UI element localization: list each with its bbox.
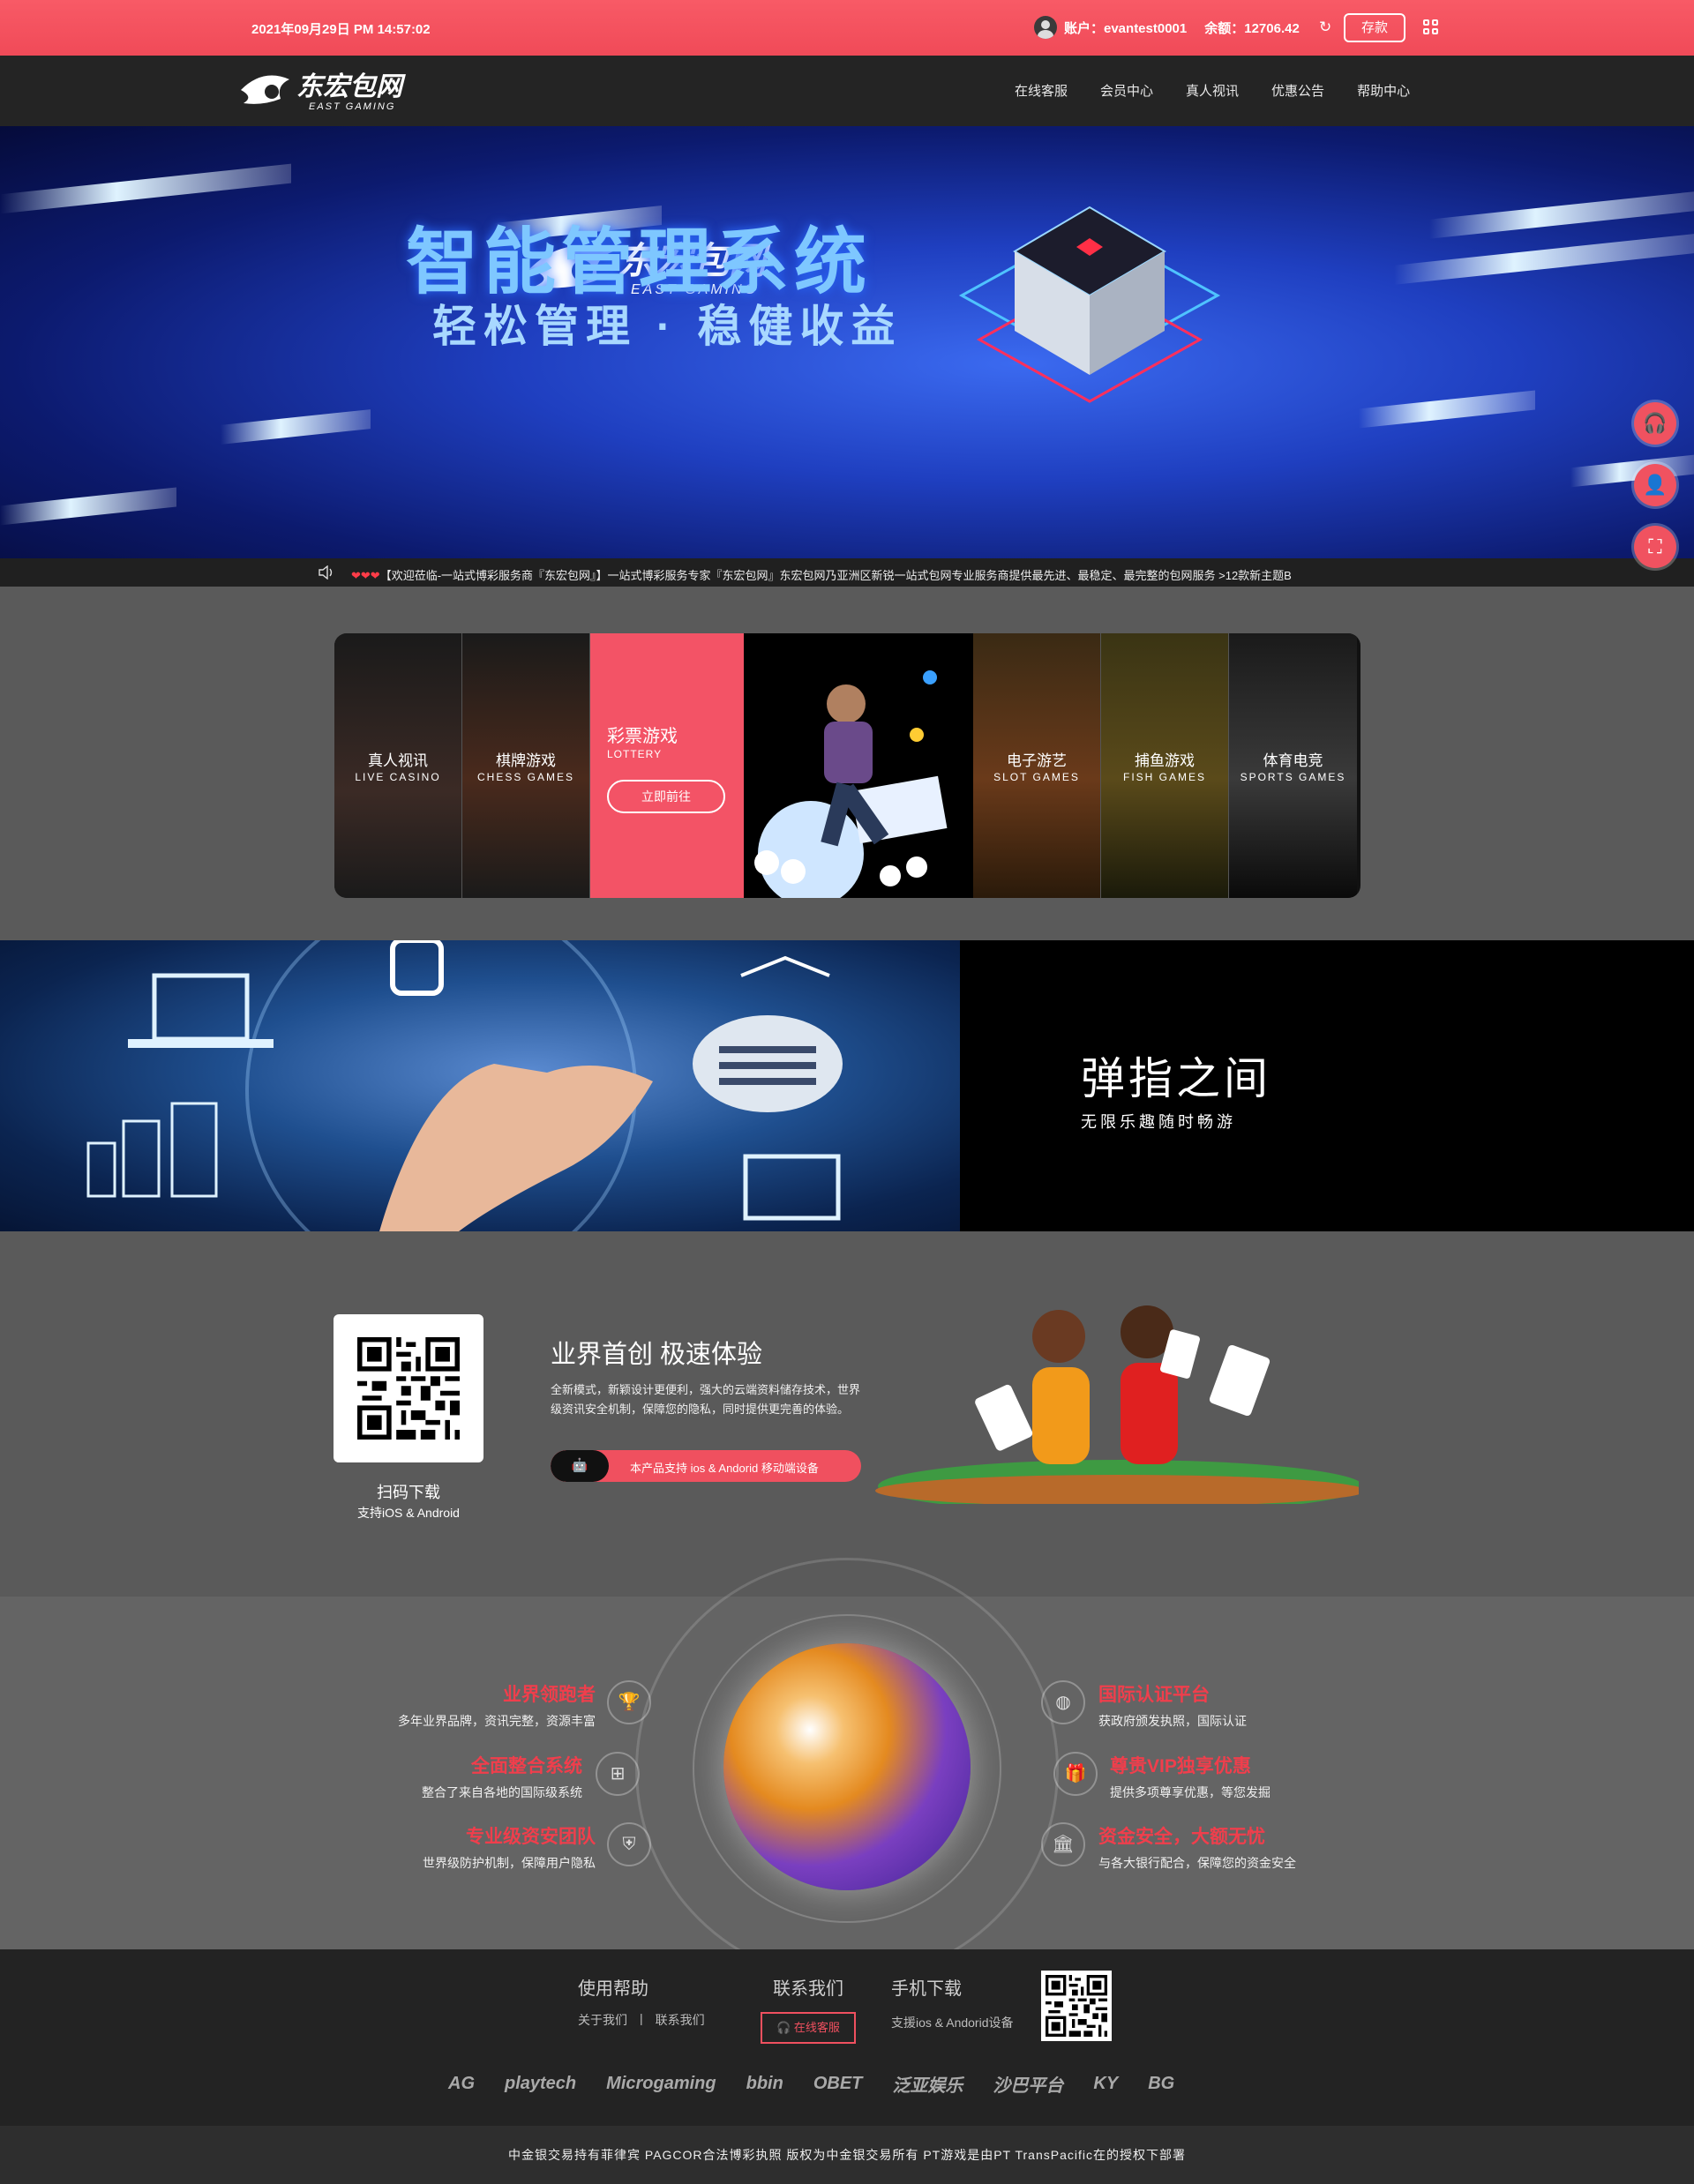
banner-subtitle: 轻松管理 · 稳健收益 [432, 302, 903, 351]
svg-text:东宏包网: 东宏包网 [296, 71, 406, 101]
svg-text:EAST GAMING: EAST GAMING [309, 101, 395, 112]
feature-left-3: 专业级资安团队 世界级防护机制，保障用户隐私 [423, 1827, 596, 1870]
touch-illustration [0, 940, 960, 1231]
partner-fanya-logo: 泛亚娱乐 [892, 2076, 963, 2096]
announcement-bar: ❤❤❤【欢迎莅临-一站式博彩服务商『东宏包网』】一站式博彩服务专家『东宏包网』东… [0, 558, 1694, 587]
datetime: 2021年09月29日 PM 14:57:02 [251, 22, 431, 37]
partner-ag-logo: AG [448, 2074, 475, 2093]
contact-us-link[interactable]: 联系我们 [656, 2011, 705, 2029]
shield-icon: ⛨ [607, 1822, 651, 1866]
game-card-chess[interactable]: 棋牌游戏 CHESS GAMES [462, 633, 590, 898]
nav-item-member-center[interactable]: 会员中心 [1100, 81, 1153, 100]
hearts: ❤❤❤ [351, 569, 380, 582]
site-logo[interactable]: 东宏包网 EAST GAMING [236, 64, 435, 118]
feature-left-1: 业界领跑者 多年业界品牌，资讯完整，资源丰富 [398, 1685, 596, 1728]
game-categories: 真人视讯 LIVE CASINO 棋牌游戏 CHESS GAMES 彩票游戏 L… [334, 633, 1360, 898]
account-info: 账户：evantest0001 余额：12706.42 [1034, 16, 1300, 39]
bank-icon: 🏛 [1041, 1822, 1085, 1866]
download-description: 全新模式，新颖设计更便利，强大的云端资料储存技术，世界级资讯安全机制，保障您的隐… [551, 1383, 861, 1416]
nav-item-help-center[interactable]: 帮助中心 [1357, 81, 1410, 100]
balance-label: 余额：12706.42 [1204, 20, 1300, 36]
lottery-go-button[interactable]: 立即前往 [607, 780, 725, 813]
partner-bbin-logo: bbin [746, 2074, 783, 2093]
separator: | [640, 2011, 643, 2025]
nav-item-promotions[interactable]: 优惠公告 [1271, 81, 1324, 100]
partner-microgaming-logo: Microgaming [606, 2074, 716, 2093]
platform-support-label: 支持iOS & Android [357, 1506, 460, 1520]
deposit-button[interactable]: 存款 [1344, 13, 1405, 42]
qr-icon [1046, 1975, 1107, 2037]
refresh-icon[interactable]: ↻ [1319, 19, 1331, 36]
game-card-lottery[interactable]: 彩票游戏 LOTTERY 立即前往 [590, 633, 973, 898]
announcement-text[interactable]: ❤❤❤【欢迎莅临-一站式博彩服务商『东宏包网』】一站式博彩服务专家『东宏包网』东… [351, 566, 1376, 583]
globe-icon: ◍ [1041, 1680, 1085, 1724]
trophy-icon: 🏆 [607, 1680, 651, 1724]
footer-mobile-title: 手机下载 [891, 1979, 962, 1999]
nav-item-live-casino[interactable]: 真人视讯 [1186, 81, 1239, 100]
lottery-title: 彩票游戏 [607, 727, 678, 746]
partner-shaba-logo: 沙巴平台 [993, 2076, 1064, 2096]
game-card-fish[interactable]: 捕鱼游戏 FISH GAMES [1101, 633, 1229, 898]
avatar[interactable] [1034, 16, 1057, 39]
online-service-button[interactable]: 🎧 在线客服 [761, 2012, 856, 2044]
server-illustration [958, 206, 1221, 403]
android-apple-icon: 🤖 [551, 1450, 609, 1482]
about-us-link[interactable]: 关于我们 [578, 2011, 627, 2029]
footer-qr-code[interactable] [1041, 1971, 1112, 2041]
top-bar: 2021年09月29日 PM 14:57:02 账户：evantest0001 … [0, 0, 1694, 56]
lottery-illustration [754, 670, 948, 898]
scan-download-label: 扫码下载 [377, 1484, 440, 1501]
grid-menu-icon[interactable] [1423, 19, 1438, 34]
partner-obet-logo: OBET [813, 2074, 863, 2093]
footer-contact-title: 联系我们 [773, 1979, 843, 1999]
mobile-support-pill[interactable]: 🤖 本产品支持 ios & Andorid 移动端设备 [551, 1450, 861, 1482]
copyright-text: 中金银交易持有菲律宾 PAGCOR合法博彩执照 版权为中金银交易所有 PT游戏是… [0, 2126, 1694, 2184]
network-icon: ⊞ [596, 1752, 640, 1796]
partner-logos: AG playtech Microgaming bbin OBET 泛亚娱乐 沙… [448, 2071, 1174, 2097]
user-icon[interactable]: 👤 [1634, 464, 1676, 506]
account-label: 账户：evantest0001 [1064, 20, 1188, 36]
footer-mobile-text: 支援ios & Andorid设备 [891, 2016, 1014, 2030]
globe-illustration [723, 1643, 971, 1890]
nav-item-customer-service[interactable]: 在线客服 [1015, 81, 1068, 100]
footer-help-links: 关于我们 | 联系我们 [578, 2011, 705, 2029]
game-card-sports[interactable]: 体育电竞 SPORTS GAMES [1229, 633, 1357, 898]
strip-title: 弹指之间 [1081, 1054, 1271, 1103]
dealers-illustration [875, 1305, 1359, 1504]
feature-right-1: 国际认证平台 获政府颁发执照，国际认证 [1098, 1685, 1247, 1728]
headset-icon[interactable]: 🎧 [1634, 402, 1676, 445]
feature-right-3: 资金安全，大额无忧 与各大银行配合，保障您的资金安全 [1098, 1827, 1296, 1870]
gift-icon: 🎁 [1053, 1752, 1098, 1796]
strip-subtitle: 无限乐趣随时畅游 [1081, 1113, 1236, 1131]
partner-bg-logo: BG [1148, 2074, 1175, 2093]
partner-playtech-logo: playtech [505, 2074, 577, 2093]
scan-icon[interactable]: ⛶ [1634, 526, 1676, 568]
game-card-slot[interactable]: 电子游艺 SLOT GAMES [973, 633, 1101, 898]
footer-help-title: 使用帮助 [578, 1979, 648, 1999]
partner-ky-logo: KY [1093, 2074, 1119, 2093]
speaker-icon [319, 565, 333, 580]
game-card-live-casino[interactable]: 真人视讯 LIVE CASINO [334, 633, 462, 898]
download-qr-code[interactable] [334, 1314, 483, 1462]
feature-left-2: 全面整合系统 整合了来自各地的国际级系统 [422, 1756, 582, 1799]
feature-right-2: 尊贵VIP独享优惠 提供多项尊享优惠，等您发掘 [1110, 1756, 1270, 1799]
qr-icon [357, 1337, 460, 1440]
lottery-subtitle: LOTTERY [607, 748, 663, 760]
nav-menu: 在线客服 会员中心 真人视讯 优惠公告 帮助中心 [1015, 81, 1410, 100]
download-title: 业界首创 极速体验 [551, 1341, 763, 1369]
